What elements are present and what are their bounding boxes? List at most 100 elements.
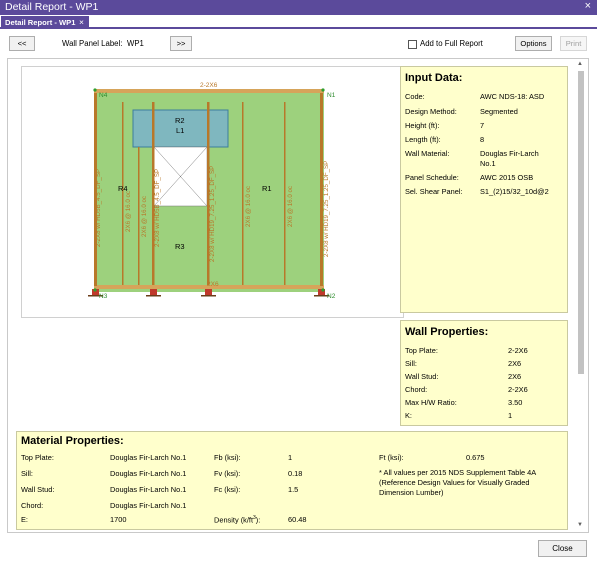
density-value: 60.48: [288, 515, 307, 524]
input-value: 7: [480, 121, 485, 130]
node-label-n4: N4: [99, 92, 108, 99]
next-panel-button[interactable]: >>: [170, 36, 192, 51]
member-label: 2X6 @ 16.0 oc: [125, 191, 132, 232]
window-title: Detail Report - WP1: [5, 1, 99, 13]
region-label-r1: R1: [262, 184, 272, 193]
stud: [242, 102, 244, 285]
wall-panel-value: WP1: [127, 39, 144, 48]
density-key: Density (k/ft3):: [214, 515, 261, 525]
wall-prop-value: 2X6: [508, 372, 522, 381]
material-value: Douglas Fir-Larch No.1: [110, 453, 187, 462]
top-plate-label: 2-2X6: [200, 82, 218, 89]
input-key: Code:: [405, 92, 425, 101]
material-key: Sill:: [21, 469, 33, 478]
member-label: 2X6 @ 16.0 oc: [141, 196, 148, 237]
wall-prop-value: 2-2X6: [508, 346, 528, 355]
material-prop-value: 1: [288, 453, 293, 462]
wall-prop-value: 3.50: [508, 398, 523, 407]
footnote-line: Dimension Lumber): [379, 488, 444, 497]
scrollbar-thumb[interactable]: [578, 71, 584, 374]
material-properties-card: Material Properties: Top Plate: Douglas …: [16, 431, 568, 530]
material-value: Douglas Fir-Larch No.1: [110, 469, 187, 478]
member-label: 2-2X8 w/ HD19_7.25_1.25_DF_SP: [323, 161, 330, 257]
anchor: [150, 289, 157, 295]
node-label-n3: N3: [99, 293, 108, 300]
region-label-r3: R3: [175, 242, 185, 251]
input-key: Panel Schedule:: [405, 173, 459, 182]
material-prop-value: 0.18: [288, 469, 303, 478]
vertical-scrollbar[interactable]: ▲ ▼: [575, 61, 587, 530]
sill-label: 2X6: [207, 281, 219, 288]
anchor: [205, 289, 212, 295]
scroll-up-icon[interactable]: ▲: [577, 61, 583, 67]
add-to-full-report-label: Add to Full Report: [420, 39, 483, 48]
input-value-line2: No.1: [480, 159, 496, 168]
material-prop-value: 1.5: [288, 485, 299, 494]
print-button[interactable]: Print: [560, 36, 587, 51]
wall-prop-value: 2X6: [508, 359, 522, 368]
footnote-line: * All values per 2015 NDS Supplement Tab…: [379, 468, 537, 477]
stud: [284, 102, 286, 285]
material-value: 1700: [110, 515, 127, 524]
toolbar: << Wall Panel Label: WP1 >> Add to Full …: [0, 31, 597, 57]
wall-prop-key: Max H/W Ratio:: [405, 398, 457, 407]
wall-panel-diagram: N4 N1 N3 N2 2-2X6 2X6 R2 L1 R4 R1 R3 2-2…: [88, 82, 336, 300]
input-value: S1_(2)15/32_10d@2: [480, 187, 549, 196]
member-label: 2-2X8 w/ HD19_7.25_1.25_DF_SP: [209, 166, 216, 262]
wall-panel-drawing: N4 N1 N3 N2 2-2X6 2X6 R2 L1 R4 R1 R3 2-2…: [21, 66, 404, 318]
input-value: AWC NDS-18: ASD: [480, 92, 545, 101]
input-value: Segmented: [480, 107, 518, 116]
material-prop-key: Fv (ksi):: [214, 469, 241, 478]
material-key: Wall Stud:: [21, 485, 55, 494]
tab-detail-report[interactable]: Detail Report - WP1 ×: [1, 16, 89, 29]
member-label: 2X6 @ 16.0 oc: [287, 186, 294, 227]
footnote-line: (Reference Design Values for Visually Gr…: [379, 478, 530, 487]
close-button[interactable]: Close: [538, 540, 587, 557]
material-key: E:: [21, 515, 28, 524]
stud: [122, 102, 124, 285]
region-label-r2: R2: [175, 116, 185, 125]
wall-prop-key: Sill:: [405, 359, 417, 368]
wall-prop-key: Top Plate:: [405, 346, 438, 355]
input-value: 8: [480, 135, 485, 144]
top-plate: [94, 89, 324, 93]
member-label: 2X6 @ 16.0 oc: [245, 186, 252, 227]
material-value: Douglas Fir-Larch No.1: [110, 501, 187, 510]
window-close-icon[interactable]: ×: [585, 0, 591, 12]
input-key: Design Method:: [405, 107, 457, 116]
region-label-l1: L1: [176, 126, 184, 135]
options-button[interactable]: Options: [515, 36, 552, 51]
previous-panel-button[interactable]: <<: [9, 36, 35, 51]
input-value: AWC 2015 OSB: [480, 173, 534, 182]
input-data-card: Input Data: Code: AWC NDS-18: ASD Design…: [400, 66, 568, 313]
material-key: Top Plate:: [21, 453, 54, 462]
material-properties-title: Material Properties:: [21, 435, 124, 447]
wall-prop-key: K:: [405, 411, 412, 420]
wall-prop-key: Chord:: [405, 385, 428, 394]
input-value: Douglas Fir-Larch: [480, 149, 539, 158]
tab-close-icon[interactable]: ×: [79, 17, 84, 27]
node-label-n1: N1: [327, 92, 336, 99]
material-prop-key: Fb (ksi):: [214, 453, 241, 462]
tab-strip: Detail Report - WP1 ×: [0, 15, 597, 29]
member-label: 2-2X8 w/ HD5B_4.5_DF_SP: [154, 169, 161, 247]
wall-panel-label: Wall Panel Label:: [62, 39, 123, 48]
add-to-full-report-checkbox[interactable]: [408, 40, 417, 49]
scroll-down-icon[interactable]: ▼: [577, 522, 583, 528]
input-key: Height (ft):: [405, 121, 440, 130]
window-title-bar: Detail Report - WP1 ×: [0, 0, 597, 15]
wall-prop-value: 1: [508, 411, 513, 420]
tab-label: Detail Report - WP1: [5, 18, 76, 27]
ft-key: Ft (ksi):: [379, 453, 404, 462]
input-key: Length (ft):: [405, 135, 441, 144]
member-label: 2-2X8 w/ HD5B_4.5_DF_SP: [95, 169, 102, 247]
material-key: Chord:: [21, 501, 44, 510]
wall-properties-card: Wall Properties: Top Plate: 2-2X6 Sill: …: [400, 320, 568, 426]
wall-prop-value: 2-2X6: [508, 385, 528, 394]
stud: [138, 147, 140, 285]
input-key: Wall Material:: [405, 149, 450, 158]
material-value: Douglas Fir-Larch No.1: [110, 485, 187, 494]
report-content: N4 N1 N3 N2 2-2X6 2X6 R2 L1 R4 R1 R3 2-2…: [7, 58, 589, 533]
input-key: Sel. Shear Panel:: [405, 187, 463, 196]
material-prop-key: Fc (ksi):: [214, 485, 241, 494]
